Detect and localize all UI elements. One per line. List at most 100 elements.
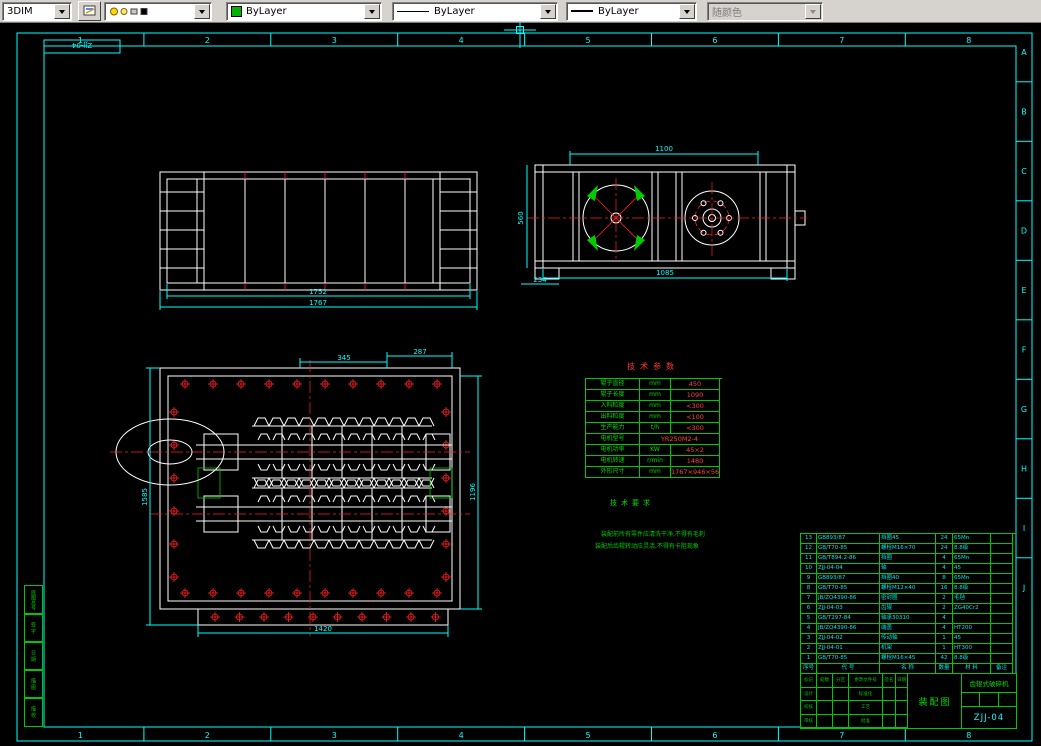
chevron-down-icon[interactable] [54,3,70,19]
dim-label: 1420 [314,625,332,633]
tech-params-row: 生产能力 t/h <300 [586,423,722,434]
dim-style-combo[interactable]: 3DIM [2,1,72,21]
dim-label: 1752 [309,288,327,296]
lineweight-value: ByLayer [598,5,639,17]
layer-sheet-icon [83,5,95,16]
svg-text:3: 3 [332,731,337,740]
color-value: ByLayer [246,5,287,17]
tech-params-row: 外形尺寸 mm 1767×946×560 [586,467,722,478]
bom-row: 9 GB893/87 挡圈40 8 65Mn [801,574,1016,584]
bom-row: 5 GB/T297-84 轴承30310 4 [801,614,1016,624]
linetype-combo[interactable]: ByLayer [392,1,558,21]
svg-text:7: 7 [839,731,844,740]
side-view-drawing: 1100 1085 234 560 [517,145,807,285]
color-combo[interactable]: ByLayer [226,1,382,21]
bom-row: 1 GB/T70-85 螺栓M16×45 42 8.8级 [801,654,1016,664]
svg-text:1: 1 [78,731,83,740]
margin-box: 描 校 [24,697,43,727]
plan-view-drawing: 345 287 1420 1196 1585 [110,348,482,637]
chevron-down-icon[interactable] [540,3,556,19]
sheet-code-label: ZJJ-04 [71,41,92,49]
dim-label: 1085 [656,269,674,277]
lineweight-combo[interactable]: ByLayer [566,1,697,21]
svg-text:6: 6 [712,36,717,45]
tech-params-row: 电机型号 YR250M2-4 [586,434,722,445]
svg-text:6: 6 [712,731,717,740]
svg-text:5: 5 [586,731,591,740]
svg-text:A: A [1021,48,1027,57]
margin-box: 日 期 [24,641,43,671]
dim-label: 234 [533,276,547,284]
bom-row: 13 GB893/87 挡圈45 24 65Mn [801,534,1016,544]
svg-text:G: G [1021,405,1027,414]
margin-box: 底图总号 [24,585,43,615]
title-block-product-name: 齿辊式破碎机 [962,674,1016,693]
make-object-layer-current-button[interactable] [78,1,101,21]
dim-style-value: 3DIM [7,5,33,17]
chevron-down-icon[interactable] [679,3,695,19]
bom-row: 2 ZJJ-04-01 机架 1 HT300 [801,644,1016,654]
svg-text:8: 8 [966,731,971,740]
layer-combo[interactable] [104,1,212,21]
title-block-mini-cells [962,693,1016,707]
title-block-row: 校核 工艺 [801,701,909,715]
tech-params-table: 辊子直径 mm 450 辊子长度 mm 1090 入料粒度 mm <300 出料粒度 mm <100 生… [585,378,722,478]
tech-params-row: 出料粒度 mm <100 [586,412,722,423]
svg-text:8: 8 [966,36,971,45]
bom-row: 4 JB/ZQ4390-86 端盖 4 HT200 [801,624,1016,634]
chevron-down-icon[interactable] [194,3,210,19]
linetype-sample-icon [397,10,429,12]
tech-notes-line: 装配后齿辊转动应灵活,不得有卡阻现象 [595,543,699,550]
bom-row: 11 GB/T894.2-86 挡圈 4 65Mn [801,554,1016,564]
title-block-signature-grid: 标记 处数 分区 更改文件号 签名 日期 设计 标准化 校核 工艺 审核 批准 [801,674,909,728]
linetype-value: ByLayer [434,5,475,17]
svg-text:F: F [1022,346,1027,355]
crosshair-cursor [504,22,536,48]
chevron-down-icon[interactable] [364,3,380,19]
svg-text:D: D [1021,227,1027,236]
title-block-view-name: 装配图 [909,674,962,728]
svg-text:H: H [1021,465,1027,474]
title-block-row: 设计 标准化 [801,687,909,701]
bom-row: 6 ZJJ-04-03 齿辊 2 ZG40Cr2 [801,604,1016,614]
title-block: 标记 处数 分区 更改文件号 签名 日期 设计 标准化 校核 工艺 审核 批准 装配图 齿辊式破碎机 … [800,673,1017,729]
object-properties-toolbar: 3DIM ByLayer ByLayer ByLayer 随颜色 [0,0,1041,23]
dim-label: 287 [413,348,426,356]
chevron-down-icon [805,3,821,19]
dim-label: 1100 [655,145,673,153]
svg-text:7: 7 [839,36,844,45]
tech-params-row: 辊子直径 mm 450 [586,379,722,390]
zone-numbers-bottom: 1 2 3 4 5 6 7 8 [78,727,971,741]
tech-params-row: 辊子长度 mm 1090 [586,390,722,401]
title-block-row: 标记 处数 分区 更改文件号 签名 日期 [801,674,909,688]
tech-notes-title: 技术要求 [610,499,654,507]
svg-text:E: E [1021,286,1026,295]
svg-text:J: J [1022,584,1025,593]
plotstyle-value: 随颜色 [712,7,742,19]
svg-text:4: 4 [459,731,464,740]
dim-label: 1585 [141,488,149,506]
bom-row: 3 ZJJ-04-02 传动轴 1 45 [801,634,1016,644]
margin-box: 签 字 [24,613,43,643]
title-block-drawing-no: ZJJ-04 [973,712,1005,723]
svg-text:I: I [1023,524,1025,533]
dim-label: 345 [337,354,350,362]
svg-text:2: 2 [205,36,210,45]
svg-text:2: 2 [205,731,210,740]
zone-numbers-top: 12345678 [78,33,971,46]
lineweight-sample-icon [571,10,593,12]
svg-text:4: 4 [459,36,464,45]
dim-label: 1196 [469,483,477,501]
bom-row: 7 JB/ZQ4390-86 密封圈 2 毛毡 [801,594,1016,604]
tech-notes-line: 装配前所有零件应清洗干净,不得有毛刺 [601,531,705,538]
bom-row: 8 GB/T70-85 螺栓M12×40 16 8.8级 [801,584,1016,594]
tech-params-row: 入料粒度 mm <300 [586,401,722,412]
plotstyle-combo: 随颜色 [707,1,823,21]
color-swatch [231,5,242,17]
tech-params-row: 电机转速 r/min 1480 [586,456,722,467]
svg-text:3: 3 [332,36,337,45]
bom-table: 13 GB893/87 挡圈45 24 65Mn 12 GB/T70-85 螺栓M16×70 2… [800,533,1016,674]
svg-text:C: C [1021,167,1027,176]
bom-row: 12 GB/T70-85 螺栓M16×70 24 8.8级 [801,544,1016,554]
tech-params-row: 电机功率 KW 45×2 [586,445,722,456]
